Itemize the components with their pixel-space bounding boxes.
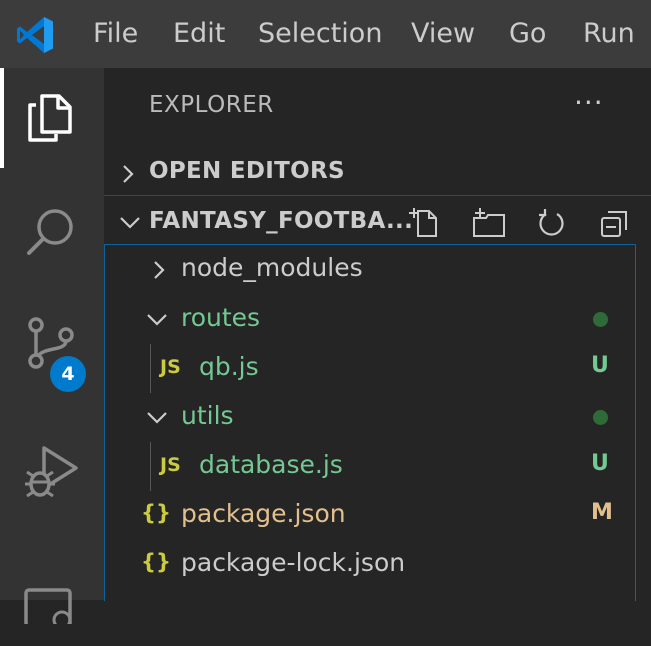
folder-name: node_modules [181, 253, 363, 282]
untracked-status: U [591, 451, 609, 476]
more-actions-button[interactable]: ··· [574, 86, 604, 119]
json-file-icon: {} [141, 550, 171, 574]
tree-item-utils[interactable]: utils [105, 393, 635, 442]
folder-modified-dot [593, 312, 608, 327]
source-control-badge: 4 [50, 356, 86, 392]
file-name: package.json [181, 499, 346, 528]
new-file-icon[interactable] [409, 206, 443, 240]
explorer-view-button[interactable] [0, 68, 104, 168]
section-divider [104, 195, 651, 196]
file-name: database.js [199, 450, 343, 479]
untracked-status: U [591, 353, 609, 378]
folder-name: routes [181, 303, 261, 332]
search-view-button[interactable] [0, 183, 104, 283]
run-debug-icon [25, 446, 78, 498]
file-name: package-lock.json [181, 548, 406, 577]
menu-edit[interactable]: Edit [173, 16, 225, 52]
title-bar: File Edit Selection View Go Run [0, 0, 651, 68]
file-name: qb.js [199, 352, 259, 381]
run-debug-view-button[interactable] [0, 418, 104, 518]
vscode-logo-icon [17, 17, 53, 53]
project-folder-label: FANTASY_FOOTBA... [149, 208, 414, 234]
explorer-title: EXPLORER [149, 92, 274, 118]
activity-bar: 4 [0, 68, 104, 624]
open-editors-label: OPEN EDITORS [149, 158, 345, 184]
chevron-down-icon [147, 314, 167, 326]
tree-item-node-modules[interactable]: node_modules [105, 245, 635, 294]
menu-selection[interactable]: Selection [258, 16, 382, 52]
tree-item-qb-js[interactable]: JS qb.js U [105, 344, 635, 393]
remote-explorer-view-button[interactable] [0, 546, 104, 646]
collapse-all-icon[interactable] [598, 206, 632, 240]
tree-item-package-lock-json[interactable]: {} package-lock.json [105, 540, 635, 589]
tree-item-database-js[interactable]: JS database.js U [105, 442, 635, 491]
tree-item-package-json[interactable]: {} package.json M [105, 491, 635, 540]
chevron-right-icon [123, 165, 134, 183]
menu-run[interactable]: Run [583, 16, 635, 52]
menu-view[interactable]: View [411, 16, 475, 52]
menu-go[interactable]: Go [509, 16, 546, 52]
modified-status: M [591, 500, 613, 525]
explorer-sidebar: EXPLORER ··· OPEN EDITORS FANTASY_FOOTBA… [104, 68, 651, 601]
folder-modified-dot [593, 410, 608, 425]
refresh-icon[interactable] [535, 206, 569, 240]
search-icon [27, 209, 73, 255]
javascript-file-icon: JS [160, 356, 181, 378]
tree-item-routes[interactable]: routes [105, 295, 635, 344]
chevron-down-icon [120, 217, 140, 229]
chevron-down-icon [147, 412, 167, 424]
file-tree: node_modules routes JS qb.js U utils JS … [104, 244, 636, 601]
open-editors-header[interactable]: OPEN EDITORS [104, 148, 651, 198]
remote-explorer-icon [24, 588, 72, 624]
menu-file[interactable]: File [93, 16, 138, 52]
javascript-file-icon: JS [160, 454, 181, 476]
new-folder-icon[interactable] [472, 206, 506, 240]
chevron-right-icon [154, 261, 165, 279]
files-icon [28, 94, 72, 142]
json-file-icon: {} [141, 501, 171, 525]
folder-name: utils [181, 401, 234, 430]
